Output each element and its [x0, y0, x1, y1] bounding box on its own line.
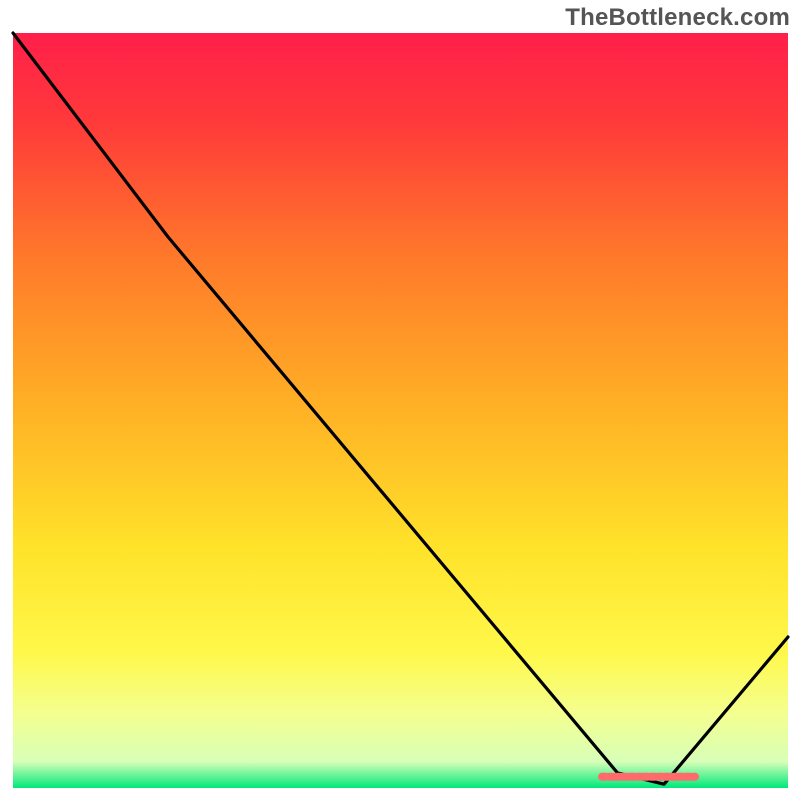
bottleneck-chart	[0, 0, 800, 800]
chart-stage: TheBottleneck.com	[0, 0, 800, 800]
plot-background	[13, 33, 788, 788]
